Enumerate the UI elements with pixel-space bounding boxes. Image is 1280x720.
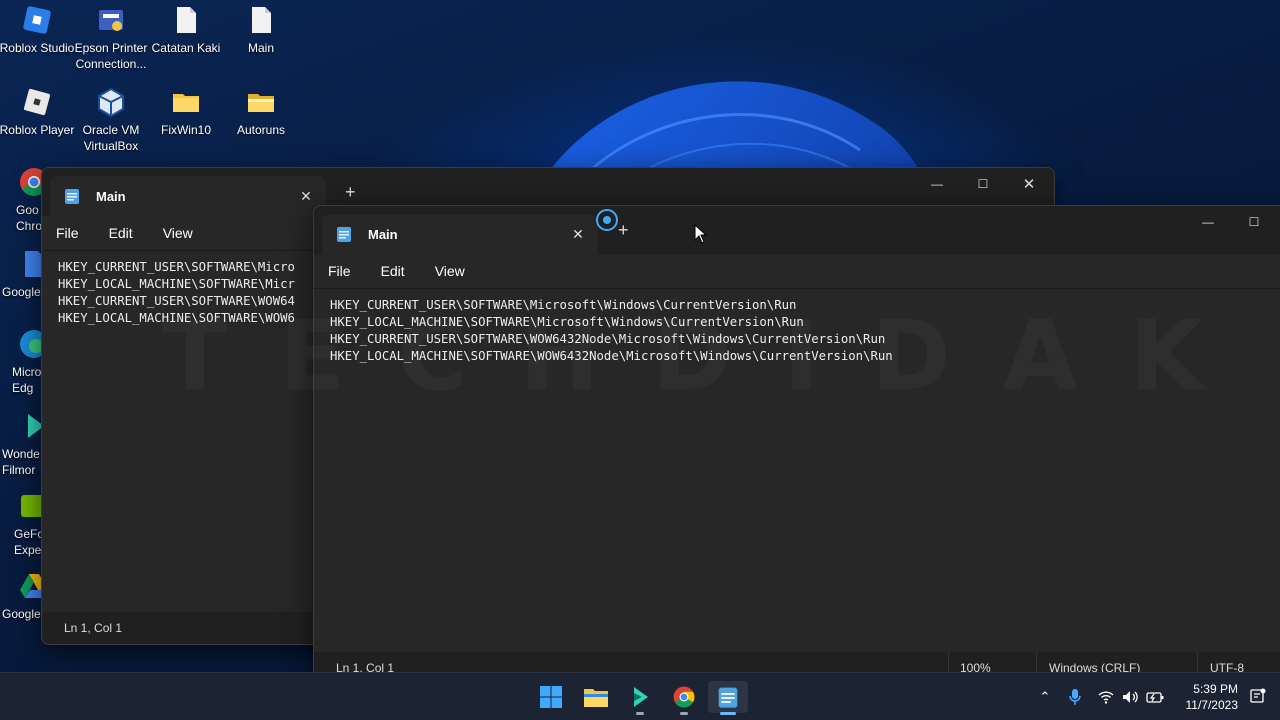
desktop-icon-chrome[interactable]: Goo Chro [0, 166, 44, 234]
menu-edit[interactable]: Edit [109, 225, 133, 241]
maximize-button[interactable]: ☐ [960, 168, 1006, 200]
battery-icon[interactable] [1146, 690, 1164, 704]
desktop-icon-label: Oracle VM VirtualBox [82, 123, 140, 153]
desktop-icon-edge[interactable]: Micro Edg [0, 328, 44, 396]
desktop-icon-roblox-studio[interactable]: Roblox Studio [0, 4, 77, 56]
clock-time: 5:39 PM [1193, 682, 1238, 696]
desktop-icon-label: Google [2, 285, 41, 299]
desktop-icon-main[interactable]: Main [221, 4, 301, 56]
menu-bar: File Edit View [314, 254, 1280, 288]
tab-title: Main [368, 226, 398, 242]
close-window-button[interactable]: ✕ [1006, 168, 1052, 200]
chrome-icon [673, 686, 695, 708]
menu-file[interactable]: File [328, 263, 351, 279]
minimize-button[interactable]: — [914, 168, 960, 200]
tab-main[interactable]: Main ✕ [50, 176, 326, 216]
editor-line: HKEY_CURRENT_USER\SOFTWARE\Microsoft\Win… [330, 298, 797, 312]
start-button[interactable] [531, 681, 571, 713]
desktop-icon-google-drive[interactable]: Google [0, 570, 44, 622]
desktop-icon-roblox-player[interactable]: Roblox Player [0, 86, 77, 138]
desktop-icon-label: FixWin10 [160, 123, 211, 137]
close-tab-icon[interactable]: ✕ [292, 188, 320, 205]
file-explorer-icon [584, 689, 608, 707]
menu-view[interactable]: View [435, 263, 465, 279]
desktop-icon-label: Micro Edg [12, 365, 42, 395]
taskbar-chrome[interactable] [664, 681, 704, 715]
folder-icon [173, 94, 199, 112]
text-file-icon [252, 7, 271, 33]
close-tab-icon[interactable]: ✕ [564, 226, 592, 243]
notepad-icon [718, 687, 738, 708]
start-icon [540, 686, 562, 708]
new-tab-button[interactable]: + [345, 182, 356, 203]
folder-icon [248, 94, 274, 112]
chevron-up-icon[interactable]: ⌃ [1036, 689, 1054, 705]
mouse-cursor-icon [694, 224, 708, 244]
minimize-button[interactable]: — [1185, 206, 1231, 238]
desktop-icon-label: Goo Chro [16, 203, 43, 233]
taskbar: ⌃ 5:39 PM 11/7/2023 [0, 672, 1280, 720]
editor-line: HKEY_LOCAL_MACHINE\SOFTWARE\WOW6432Node\… [330, 349, 893, 363]
desktop-icon-label: Wonde Filmor [2, 447, 40, 477]
desktop-icon-label: Autoruns [236, 123, 286, 137]
filmora-icon [634, 687, 648, 707]
taskbar-file-explorer[interactable] [576, 681, 616, 713]
desktop-icon-label: Catatan Kaki [151, 41, 221, 55]
notepad-window-front[interactable]: Main ✕ + — ☐ File Edit View HKEY_CURRENT… [313, 205, 1280, 685]
taskbar-notepad[interactable] [708, 681, 748, 715]
tab-title: Main [96, 188, 126, 204]
text-editor[interactable]: HKEY_CURRENT_USER\SOFTWARE\Microsoft\Win… [314, 288, 1280, 652]
maximize-button[interactable]: ☐ [1231, 206, 1277, 238]
editor-line: HKEY_CURRENT_USER\SOFTWARE\WOW6432Node\M… [330, 332, 886, 346]
desktop-icon-catatan-kaki[interactable]: Catatan Kaki [146, 4, 226, 56]
system-tray: ⌃ [1036, 673, 1164, 720]
epson-printer-icon [99, 10, 123, 31]
menu-edit[interactable]: Edit [381, 263, 405, 279]
click-indicator-icon [596, 209, 618, 231]
roblox-studio-icon [23, 6, 51, 34]
volume-icon[interactable] [1122, 689, 1140, 705]
text-file-icon [177, 7, 196, 33]
virtualbox-icon [98, 87, 124, 118]
microphone-icon[interactable] [1068, 688, 1082, 706]
notepad-icon [65, 189, 79, 204]
desktop-icon-google-docs[interactable]: Google [0, 248, 44, 300]
menu-file[interactable]: File [56, 225, 79, 241]
desktop-icon-virtualbox[interactable]: Oracle VM VirtualBox [71, 86, 151, 154]
notification-icon[interactable] [1250, 688, 1266, 706]
desktop-icon-filmora[interactable]: Wonde Filmor [0, 410, 44, 478]
cursor-position: Ln 1, Col 1 [64, 621, 123, 635]
menu-view[interactable]: View [163, 225, 193, 241]
clock-date: 11/7/2023 [1185, 698, 1239, 712]
desktop-icon-fixwin10[interactable]: FixWin10 [146, 86, 226, 138]
taskbar-clock[interactable]: 5:39 PM 11/7/2023 [1186, 681, 1239, 713]
taskbar-filmora[interactable] [620, 681, 660, 715]
roblox-player-icon [23, 88, 51, 116]
desktop-icon-epson[interactable]: Epson Printer Connection... [71, 4, 151, 72]
tab-main[interactable]: Main ✕ [322, 214, 598, 254]
desktop-icon-label: GeFo Experi [14, 527, 44, 557]
desktop-icon-label: Roblox Studio [0, 41, 75, 55]
desktop-icon-label: Epson Printer Connection... [74, 41, 148, 71]
desktop-icon-geforce[interactable]: GeFo Experi [0, 490, 44, 558]
desktop-icon-label: Google [2, 607, 41, 621]
notepad-icon [337, 227, 351, 242]
desktop-icon-autoruns[interactable]: Autoruns [221, 86, 301, 138]
desktop-icon-label: Roblox Player [0, 123, 75, 137]
title-bar[interactable]: Main ✕ + — ☐ [314, 206, 1280, 254]
wifi-icon[interactable] [1098, 690, 1114, 704]
editor-line: HKEY_LOCAL_MACHINE\SOFTWARE\Microsoft\Wi… [330, 315, 804, 329]
desktop-icon-label: Main [247, 41, 274, 55]
